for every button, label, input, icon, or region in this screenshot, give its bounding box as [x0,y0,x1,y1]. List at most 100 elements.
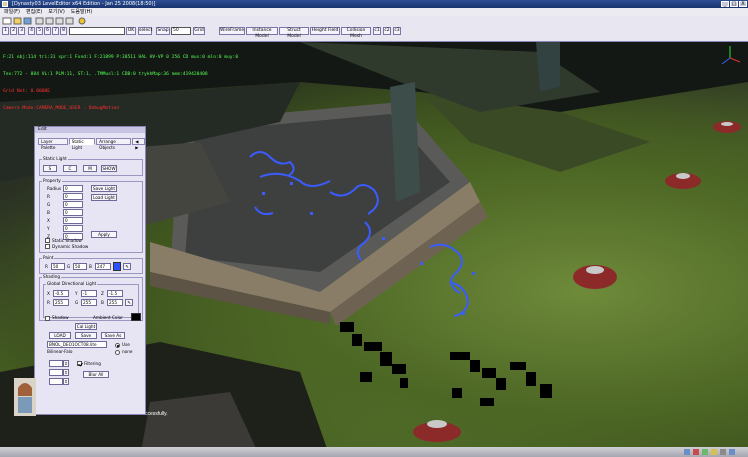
static-shadow-checkbox[interactable] [45,238,50,243]
toolbar-button-7[interactable]: 7 [52,27,59,35]
filter-value-1-input[interactable] [49,360,63,367]
r-input[interactable]: 0 [63,193,83,200]
gdl-eyedropper-icon[interactable]: ✎ [125,299,133,306]
x-input[interactable]: 0 [63,217,83,224]
static-light-c-button[interactable]: C [63,165,77,172]
dynamic-shadow-checkbox[interactable] [45,244,50,249]
g-input[interactable]: 0 [63,201,83,208]
static-light-show-button[interactable]: SHOW [101,165,117,172]
filter-value-1-spin-icon[interactable]: ⇕ [63,360,69,367]
gdl-y-label: Y [75,291,78,296]
coordinate-input[interactable] [69,27,125,35]
title-bar[interactable]: [Dynasty03 LevelEditor x64 Edition - Jan… [0,0,748,8]
toolbar-button-1[interactable]: 1 [2,27,9,35]
filter-value-2-spin-icon[interactable]: ⇕ [63,369,69,376]
toolbar-button-5[interactable]: 5 [36,27,43,35]
edit-panel-title[interactable]: Edit [35,127,145,133]
paint-r-input[interactable]: 50 [51,263,65,270]
gdl-r-label: R [47,300,50,305]
static-light-s-button[interactable]: S [43,165,57,172]
shadow-checkbox[interactable] [45,316,50,321]
camera-2-button[interactable]: c2 [383,27,391,35]
window-controls: _ □ X [721,1,747,7]
use-label: Use [122,342,130,347]
lite-file-path-input[interactable]: BNOL_DEO1OCT08.lite [47,341,107,348]
filtering-checkbox[interactable] [77,361,82,366]
toolbar-button-4[interactable]: 4 [28,27,35,35]
snap-value-input[interactable]: 50 [171,27,191,35]
gdl-y-input[interactable]: -1 [81,290,97,297]
collision-mesh-button[interactable]: Collision Mesh [341,27,371,39]
load-button[interactable]: LOAD [49,332,71,339]
paint-r-label: R [45,264,48,269]
filtering-label: Filtering [84,361,101,366]
toolbar-icons [2,17,86,25]
camera-3-button[interactable]: c3 [393,27,401,35]
eyedropper-icon[interactable]: ✎ [123,263,131,270]
radius-label: Radius [47,186,62,191]
instance-model-button[interactable]: Instance Model [246,27,278,39]
menu-edit[interactable]: 편집(E) [26,8,42,16]
gdl-g-label: G [75,300,79,305]
paint-b-input[interactable]: 247 [95,263,111,270]
static-light-group-label: Static Light [42,156,68,161]
height-field-button[interactable]: Height Field [310,27,340,35]
toolbar-button-3[interactable]: 3 [18,27,25,35]
ambient-color-label: Ambient Color [93,315,123,320]
gdl-b-input[interactable]: 255 [107,299,123,306]
character-portrait [14,378,36,416]
menu-help[interactable]: 도움말(H) [71,8,92,16]
struct-model-button[interactable]: Struct Model [279,27,309,39]
save-light-button[interactable]: Save Light [91,185,117,192]
app-icon [2,1,8,7]
toolbar-button-2[interactable]: 2 [10,27,17,35]
grid-button[interactable]: Grid [193,27,205,35]
snap-button[interactable]: Snap [156,27,170,35]
paint-g-label: G [67,264,71,269]
toolbar-button-8[interactable]: 8 [60,27,67,35]
select-button[interactable]: select [138,27,152,35]
tab-scroll-arrows[interactable]: ◀ ▶ [132,138,145,150]
static-light-m-button[interactable]: M [83,165,97,172]
editor-window: [Dynasty03 LevelEditor x64 Edition - Jan… [0,0,748,457]
bilinear-label: Bilinear-Falo [47,349,73,354]
x-label: X [47,218,50,223]
gdl-g-input[interactable]: 255 [81,299,97,306]
wireframe-button[interactable]: WireFrame [219,27,245,35]
save-as-button[interactable]: Save As [101,332,125,339]
filter-value-3-input[interactable] [49,378,63,385]
filter-value-2-input[interactable] [49,369,63,376]
b-input[interactable]: 0 [63,209,83,216]
menu-view[interactable]: 보기(V) [48,8,65,16]
edit-panel-tabs: Layer Palette Static Light Arrange Objec… [38,138,145,150]
ok-button[interactable]: OK [126,27,136,35]
use-radio[interactable] [115,343,120,348]
menu-file[interactable]: 파일(F) [4,8,20,16]
gdl-z-input[interactable]: -1.5 [107,290,123,297]
gdl-x-input[interactable]: -0.5 [53,290,69,297]
camera-1-button[interactable]: c1 [373,27,381,35]
toolbar-button-6[interactable]: 6 [44,27,51,35]
dynamic-shadow-label: Dynamic Shadow [52,244,89,249]
load-light-button[interactable]: Load Light [91,194,117,201]
filter-value-3-spin-icon[interactable]: ⇕ [63,378,69,385]
window-title: [Dynasty03 LevelEditor x64 Edition - Jan… [12,1,156,7]
edit-panel: Edit Layer Palette Static Light Arrange … [34,126,146,415]
close-button[interactable]: X [739,1,747,7]
radius-input[interactable]: 0 [63,185,83,192]
tab-static-light[interactable]: Static Light [68,138,96,150]
tab-arrange-objects[interactable]: Arrange Objects [96,138,132,150]
maximize-button[interactable]: □ [730,1,738,7]
paint-color-swatch[interactable] [113,262,121,271]
gdl-r-input[interactable]: 255 [53,299,69,306]
apply-button[interactable]: Apply [91,231,117,238]
y-input[interactable]: 0 [63,225,83,232]
minimize-button[interactable]: _ [721,1,729,7]
none-radio[interactable] [115,350,120,355]
tab-layer-palette[interactable]: Layer Palette [38,138,68,150]
ambient-color-swatch[interactable] [131,313,141,321]
calc-light-button[interactable]: Cal Light [75,323,97,330]
paint-g-input[interactable]: 50 [73,263,87,270]
save-button[interactable]: Save [75,332,97,339]
blur-all-button[interactable]: Blur All [83,371,109,378]
